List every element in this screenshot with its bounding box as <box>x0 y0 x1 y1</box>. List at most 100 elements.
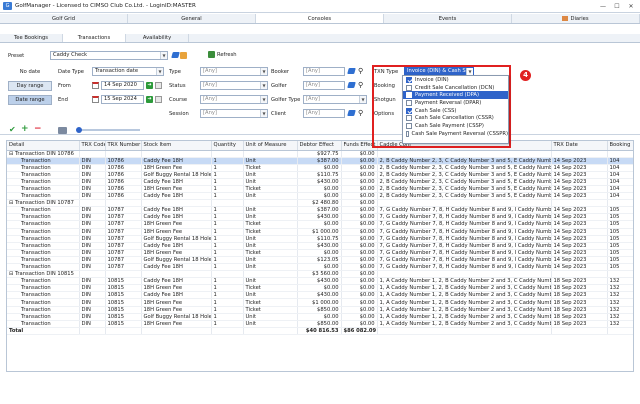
add-icon[interactable]: + <box>21 125 29 134</box>
table-row[interactable]: Transaction DIN 10786 Caddy Fee 18H 1 Unit $0.… <box>7 192 633 201</box>
golfer-field[interactable]: [Any] <box>303 81 345 90</box>
arrow-right-icon[interactable]: ➜ <box>146 82 153 89</box>
group-row[interactable]: ⊟ Transaction DIN 10815 $3 560.00 $0.00 <box>7 270 633 279</box>
txn-type-option[interactable]: Payment Received (DPA) <box>403 91 508 100</box>
table-row[interactable]: Transaction DIN 10815 18H Green Fee 1 Unit $85… <box>7 320 633 328</box>
clear-golfer-icon[interactable] <box>347 82 356 88</box>
clear-client-icon[interactable] <box>347 110 356 116</box>
table-row[interactable]: Transaction DIN 10815 18H Green Fee 1 Ticket $… <box>7 284 633 293</box>
client-field[interactable]: [Any] <box>303 109 345 118</box>
table-row[interactable]: Transaction DIN 10787 18H Green Fee 1 Ticket $… <box>7 249 633 257</box>
maximize-button[interactable]: ☐ <box>610 3 624 10</box>
search-icon[interactable]: ⚲ <box>358 67 363 75</box>
column-header[interactable]: TRX Number <box>105 141 142 151</box>
table-cell: Transaction <box>7 213 80 222</box>
search-icon[interactable]: ⚲ <box>358 81 363 89</box>
tab-transactions[interactable]: Transactions <box>63 34 126 42</box>
tab-golf-grid[interactable]: Golf Grid <box>0 14 128 23</box>
option-checkbox[interactable] <box>406 122 412 129</box>
zoom-slider-thumb[interactable] <box>76 127 82 133</box>
txn-type-option[interactable]: Payment Reversal (DPAR) <box>403 99 508 107</box>
group-row[interactable]: ⊟ Transaction DIN 10787 $2 480.80 $0.00 <box>7 199 633 208</box>
calendar-grid-icon[interactable] <box>155 82 162 89</box>
option-checkbox[interactable] <box>406 99 412 106</box>
total-cell <box>211 326 244 335</box>
status-select[interactable]: [Any] ▼ <box>200 81 268 90</box>
remove-icon[interactable]: − <box>34 125 42 134</box>
session-select[interactable]: [Any] ▼ <box>200 109 268 118</box>
save-preset-icon[interactable] <box>180 52 187 59</box>
table-row[interactable]: Transaction DIN 10786 18H Green Fee 1 Ticket $… <box>7 164 633 172</box>
option-checkbox[interactable] <box>406 107 412 114</box>
table-row[interactable]: Transaction DIN 10787 Caddy Fee 18H 1 Unit $43… <box>7 242 633 250</box>
column-header[interactable]: Debtor Effect <box>297 141 342 151</box>
date-type-select[interactable]: Transaction date ▼ <box>92 67 164 76</box>
arrow-right-icon[interactable]: ➜ <box>146 96 153 103</box>
tab-general[interactable]: General <box>128 14 256 23</box>
txn-type-option[interactable]: Cash Sale Payment (CSSP) <box>403 122 508 130</box>
option-label: Payment Received (DPA) <box>415 92 479 99</box>
tab-diaries[interactable]: Diaries <box>512 14 640 23</box>
table-row[interactable]: Transaction DIN 10787 Golf Buggy Rental 18 … <box>7 235 633 243</box>
txn-type-option[interactable]: Cash Sale Payment Reversal (CSSPR) <box>403 130 508 138</box>
txn-type-option[interactable]: Credit Sale Cancellation (DCN) <box>403 84 508 92</box>
table-row[interactable]: Transaction DIN 10815 18H Green Fee 1 Ticket $… <box>7 298 633 307</box>
option-checkbox[interactable] <box>406 92 412 99</box>
end-date-field[interactable]: 15 Sep 2024 <box>101 95 144 104</box>
table-row[interactable]: Transaction DIN 10786 Caddy Fee 18H 1 Unit $38… <box>7 157 633 165</box>
no-date-button[interactable]: No date <box>8 67 52 77</box>
tab-events[interactable]: Events <box>384 14 512 23</box>
clear-preset-icon[interactable] <box>171 52 180 58</box>
type-select[interactable]: [Any] ▼ <box>200 67 268 76</box>
table-row[interactable]: Transaction DIN 10787 Golf Buggy Rental 18 … <box>7 256 633 265</box>
txn-type-option[interactable]: Cash Sale (CSS) <box>403 107 508 115</box>
date-range-button[interactable]: Date range <box>8 95 52 105</box>
column-header[interactable]: Booking <box>607 141 633 151</box>
clear-booker-icon[interactable] <box>347 68 356 74</box>
table-row[interactable]: Transaction DIN 10787 18H Green Fee 1 Ticket $… <box>7 220 633 229</box>
column-header[interactable]: Detail <box>7 141 80 151</box>
column-header[interactable]: TRX Date <box>551 141 608 151</box>
tab-availability[interactable]: Availability <box>126 34 189 42</box>
checkmark-icon[interactable]: ✔ <box>9 126 16 134</box>
table-row[interactable]: Transaction DIN 10787 Caddy Fee 18H 1 Unit $38… <box>7 206 633 215</box>
table-row[interactable]: Transaction DIN 10786 18H Green Fee 1 Ticket $… <box>7 185 633 194</box>
column-header[interactable]: TRX Code <box>79 141 106 151</box>
table-row[interactable]: Transaction DIN 10786 Golf Buggy Rental 18 … <box>7 171 633 179</box>
calendar-icon[interactable] <box>92 82 99 89</box>
day-range-button[interactable]: Day range <box>8 81 52 91</box>
refresh-button[interactable]: Refresh <box>208 51 237 58</box>
table-row[interactable]: Transaction DIN 10787 Caddy Fee 18H 1 Unit $0.… <box>7 263 633 272</box>
table-row[interactable]: Transaction DIN 10815 Caddy Fee 18H 1 Unit $43… <box>7 277 633 286</box>
option-checkbox[interactable] <box>406 76 412 83</box>
table-row[interactable]: Transaction DIN 10786 Caddy Fee 18H 1 Unit $43… <box>7 178 633 186</box>
calendar-icon[interactable] <box>92 96 99 103</box>
minimize-button[interactable]: — <box>596 3 610 10</box>
calendar-grid-icon[interactable] <box>155 96 162 103</box>
booker-field[interactable]: [Any] <box>303 67 345 76</box>
search-icon[interactable]: ⚲ <box>358 109 363 117</box>
from-date-field[interactable]: 14 Sep 2020 <box>101 81 144 90</box>
table-row[interactable]: Transaction DIN 10787 18H Green Fee 1 Ticket $… <box>7 228 633 236</box>
printer-icon[interactable] <box>58 127 67 134</box>
txn-type-option[interactable]: Invoice (DIN) <box>403 76 508 84</box>
tab-consoles[interactable]: Consoles <box>256 14 384 23</box>
preset-select[interactable]: Caddy Check ▼ <box>50 51 168 60</box>
column-header[interactable]: Unit of Measure <box>243 141 298 151</box>
group-row[interactable]: ⊟ Transaction DIN 10786 $927.75 $0.00 <box>7 150 633 158</box>
column-header[interactable]: Quantity <box>211 141 244 151</box>
golfer-type-select[interactable]: [Any] ▼ <box>303 95 367 104</box>
close-button[interactable]: ✕ <box>624 3 638 10</box>
table-row[interactable]: Transaction DIN 10815 18H Green Fee 1 Ticket $… <box>7 306 633 314</box>
table-row[interactable]: Transaction DIN 10815 Golf Buggy Rental 18 … <box>7 313 633 321</box>
column-header[interactable]: Stock Item <box>141 141 212 151</box>
table-row[interactable]: Transaction DIN 10787 Caddy Fee 18H 1 Unit $43… <box>7 213 633 222</box>
option-checkbox[interactable] <box>406 115 412 122</box>
tab-tee-bookings[interactable]: Tee Bookings <box>0 34 63 42</box>
zoom-slider-track[interactable] <box>78 129 140 131</box>
option-checkbox[interactable] <box>406 130 409 137</box>
option-checkbox[interactable] <box>406 84 412 91</box>
txn-type-option[interactable]: Cash Sale Cancellation (CSSR) <box>403 114 508 122</box>
table-row[interactable]: Transaction DIN 10815 Caddy Fee 18H 1 Unit $43… <box>7 291 633 300</box>
course-select[interactable]: [Any] ▼ <box>200 95 268 104</box>
